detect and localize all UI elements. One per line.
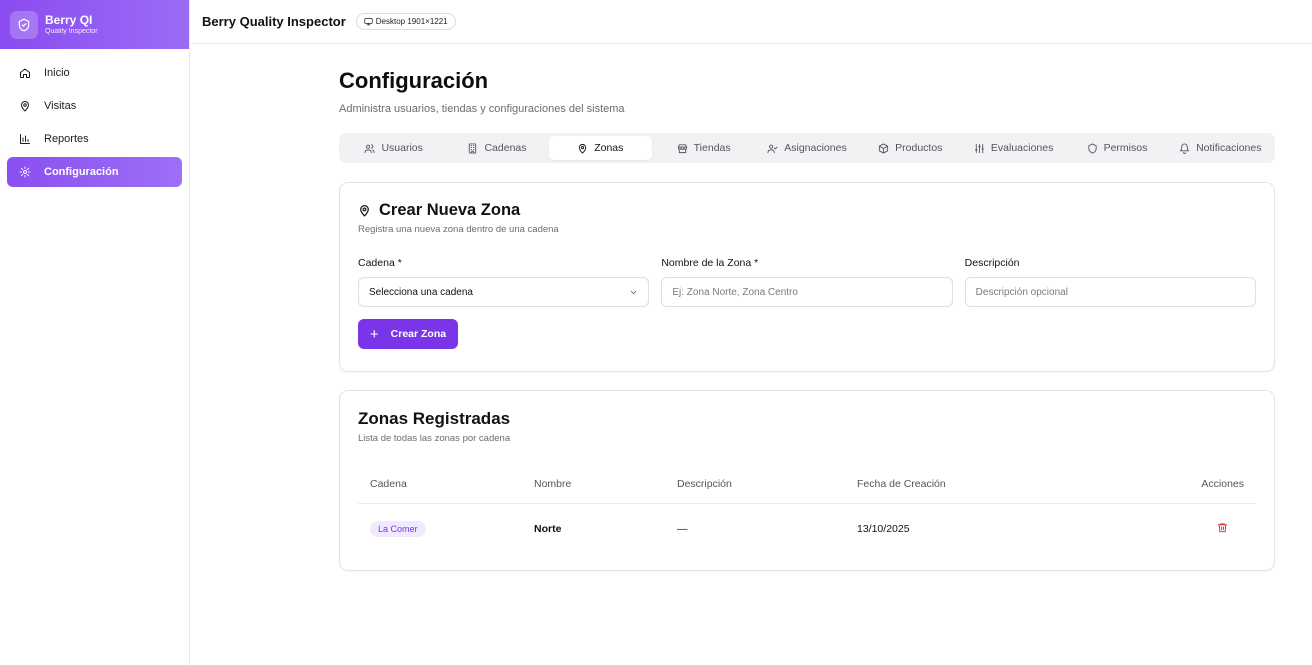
create-zone-card: Crear Nueva Zona Registra una nueva zona…: [339, 182, 1275, 372]
sidebar: Berry QI Quality Inspector Inicio Visita…: [0, 0, 190, 665]
chevron-down-icon: [631, 290, 637, 294]
tab-label: Usuarios: [381, 142, 423, 154]
sidebar-item-visitas[interactable]: Visitas: [7, 91, 182, 121]
shield-icon: [1087, 142, 1097, 154]
store-icon: [677, 143, 687, 153]
users-icon: [364, 143, 375, 153]
tab-usuarios[interactable]: Usuarios: [342, 136, 445, 160]
column-header-fecha: Fecha de Creación: [857, 477, 946, 490]
nombre-input[interactable]: Ej: Zona Norte, Zona Centro: [661, 277, 953, 307]
cadena-label: Cadena *: [358, 257, 402, 269]
create-zone-button[interactable]: + Crear Zona: [358, 319, 458, 349]
brand-header: Berry QI Quality Inspector: [0, 0, 189, 49]
zones-list-card: Zonas Registradas Lista de todas las zon…: [339, 390, 1275, 571]
create-zone-subtitle: Registra una nueva zona dentro de una ca…: [358, 224, 559, 235]
tab-productos[interactable]: Productos: [859, 136, 962, 160]
tab-tiendas[interactable]: Tiendas: [652, 136, 755, 160]
create-zone-form: Cadena * Selecciona una cadena Nombre de…: [358, 257, 1256, 307]
delete-button[interactable]: [1057, 522, 1244, 533]
sidebar-item-label: Visitas: [44, 100, 77, 112]
nombre-label: Nombre de la Zona *: [661, 257, 759, 269]
topbar-title: Berry Quality Inspector: [202, 14, 346, 29]
trash-icon: [1217, 523, 1228, 533]
map-pin-icon: [21, 101, 29, 112]
main-content: Configuración Administra usuarios, tiend…: [339, 68, 1275, 571]
column-header-cadena: Cadena: [370, 477, 407, 490]
tab-label: Notificaciones: [1196, 142, 1262, 154]
cadena-field: Cadena * Selecciona una cadena: [358, 257, 650, 307]
building-icon: [469, 142, 477, 154]
app-subtitle: Quality Inspector: [45, 28, 98, 35]
top-bar: Berry Quality Inspector Desktop 1901×122…: [190, 0, 1312, 44]
bell-icon: [1180, 143, 1190, 154]
home-icon: [20, 68, 30, 78]
zones-list-subtitle: Lista de todas las zonas por cadena: [358, 433, 511, 444]
cell-acciones: [1057, 522, 1256, 536]
cell-cadena: La Comer: [358, 521, 534, 537]
tab-label: Cadenas: [484, 142, 527, 154]
map-pin-icon: [360, 205, 369, 217]
tab-label: Evaluaciones: [990, 142, 1054, 154]
plus-icon: +: [369, 325, 379, 343]
cadena-select-value: Selecciona una cadena: [369, 286, 473, 298]
settings-tabs: Usuarios Cadenas Zonas Tiendas Asignacio…: [339, 133, 1275, 163]
package-icon: [879, 142, 889, 154]
table-row: La Comer Norte — 13/10/2025: [358, 504, 1256, 554]
cadena-badge: La Comer: [370, 521, 426, 537]
tab-notificaciones[interactable]: Notificaciones: [1169, 136, 1272, 160]
descripcion-placeholder: Descripción opcional: [975, 286, 1068, 298]
tab-asignaciones[interactable]: Asignaciones: [755, 136, 858, 160]
descripcion-field: Descripción Descripción opcional: [964, 257, 1256, 307]
descripcion-label: Descripción: [964, 257, 1020, 269]
tab-label: Permisos: [1103, 142, 1148, 154]
monitor-icon: [364, 18, 373, 26]
sidebar-item-label: Configuración: [44, 166, 119, 178]
viewport-badge: Desktop 1901×1221: [355, 13, 456, 30]
cadena-select[interactable]: Selecciona una cadena: [358, 277, 650, 307]
sidebar-item-configuracion[interactable]: Configuración: [7, 157, 182, 187]
sidebar-item-reportes[interactable]: Reportes: [7, 124, 182, 154]
page-subtitle: Administra usuarios, tiendas y configura…: [339, 103, 625, 115]
zones-table: Cadena Nombre Descripción Fecha de Creac…: [358, 464, 1256, 554]
cell-fecha: 13/10/2025: [857, 523, 910, 535]
create-zone-button-label: Crear Zona: [390, 328, 447, 340]
tab-label: Zonas: [594, 142, 624, 154]
column-header-nombre: Nombre: [534, 477, 572, 490]
column-header-acciones: Acciones: [1201, 477, 1244, 490]
tab-label: Productos: [895, 142, 943, 154]
tab-zonas[interactable]: Zonas: [548, 136, 652, 160]
app-name: Berry QI: [45, 13, 93, 27]
column-header-descripcion: Descripción: [677, 477, 732, 490]
tab-cadenas[interactable]: Cadenas: [445, 136, 548, 160]
sidebar-item-label: Inicio: [44, 67, 70, 79]
sliders-icon: [974, 143, 984, 153]
viewport-label: Desktop 1901×1221: [375, 17, 448, 26]
table-header: Cadena Nombre Descripción Fecha de Creac…: [358, 464, 1256, 504]
tab-evaluaciones[interactable]: Evaluaciones: [962, 136, 1065, 160]
sidebar-item-label: Reportes: [44, 133, 89, 145]
user-check-icon: [767, 144, 778, 153]
map-pin-icon: [579, 143, 587, 154]
tab-label: Tiendas: [693, 142, 731, 154]
nombre-field: Nombre de la Zona * Ej: Zona Norte, Zona…: [661, 257, 953, 307]
create-zone-title-text: Crear Nueva Zona: [379, 201, 521, 219]
page-title: Configuración: [339, 68, 489, 93]
shield-check-logo-icon: [10, 10, 38, 39]
tab-label: Asignaciones: [784, 142, 847, 154]
cell-nombre: Norte: [534, 523, 562, 535]
create-zone-title: Crear Nueva Zona: [358, 201, 1256, 220]
tab-permisos[interactable]: Permisos: [1065, 136, 1168, 160]
zones-list-title: Zonas Registradas: [358, 409, 511, 428]
sidebar-item-inicio[interactable]: Inicio: [7, 58, 182, 88]
descripcion-input[interactable]: Descripción opcional: [964, 277, 1256, 307]
nombre-placeholder: Ej: Zona Norte, Zona Centro: [672, 286, 798, 298]
sidebar-nav: Inicio Visitas Reportes Configuración: [0, 49, 189, 199]
gear-icon: [19, 166, 31, 178]
cell-descripcion: —: [677, 523, 688, 535]
bar-chart-icon: [20, 134, 30, 144]
